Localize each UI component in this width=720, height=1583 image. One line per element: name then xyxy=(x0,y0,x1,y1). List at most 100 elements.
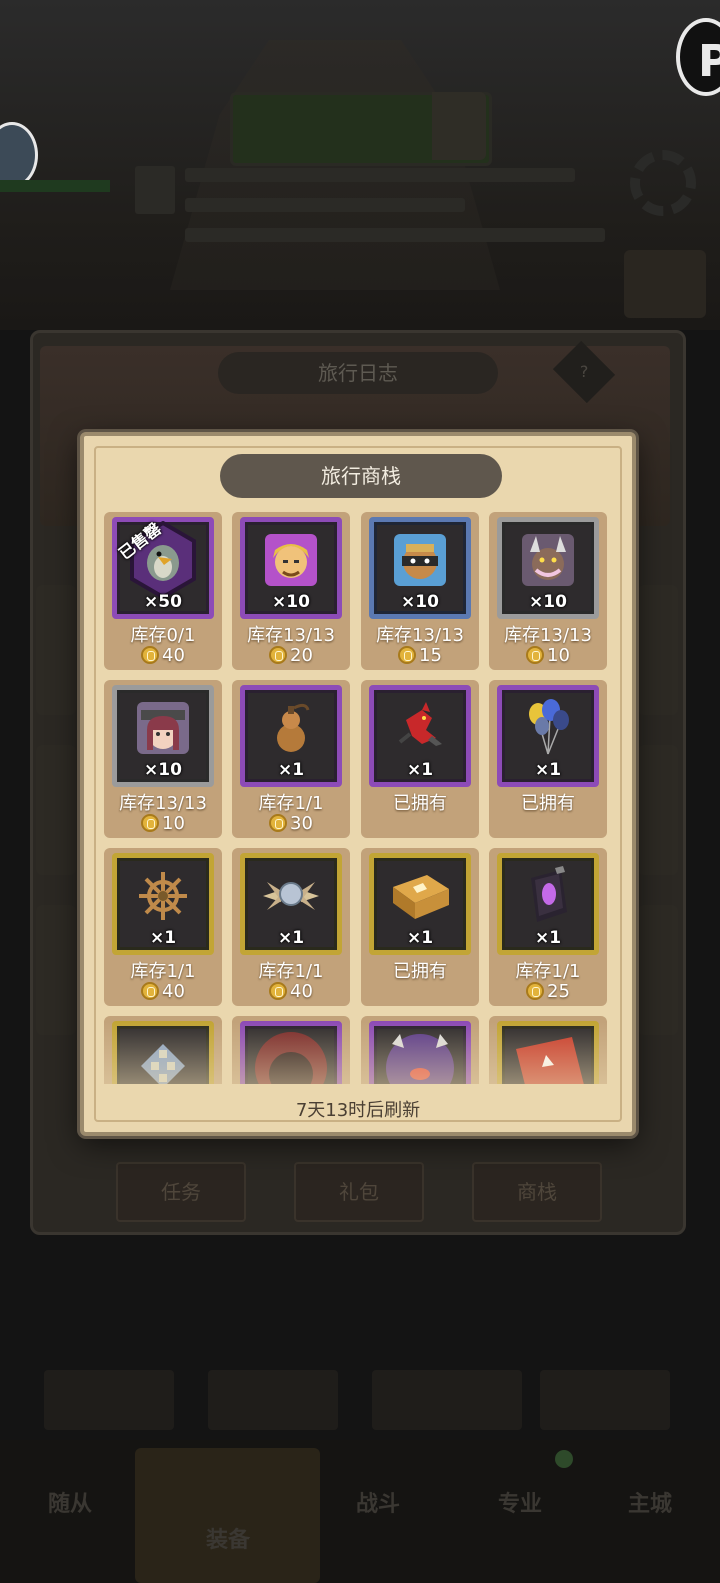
red-hood-portrait-icon xyxy=(251,1024,331,1084)
bg-status-bar xyxy=(0,180,110,192)
ship-wheel-icon xyxy=(135,868,191,928)
travel-shop-modal: 旅行商栈 ×50 已售罄 库存0/1 40 ×10 库存13/13 20 ×10 库存13/13… xyxy=(80,432,636,1136)
shop-item-grid[interactable]: ×50 已售罄 库存0/1 40 ×10 库存13/13 20 ×10 库存13/13 15 ×10… xyxy=(104,512,614,1084)
item-price: 30 xyxy=(232,813,350,834)
gold-coin-icon xyxy=(526,646,545,664)
bg-side-slot xyxy=(638,745,678,875)
shop-item-card[interactable]: ×10 库存13/13 15 xyxy=(361,512,479,670)
bg-side-slot xyxy=(36,905,76,1035)
bg-text-line xyxy=(185,198,465,212)
item-quantity: ×10 xyxy=(401,592,439,612)
item-price: 40 xyxy=(104,645,222,666)
item-price: 40 xyxy=(104,981,222,1002)
red-dragon-icon xyxy=(392,700,448,760)
item-stock: 库存13/13 xyxy=(376,625,464,646)
price-value: 10 xyxy=(162,813,185,834)
gold-coin-icon xyxy=(141,646,160,664)
item-frame xyxy=(240,1021,342,1084)
price-value: 15 xyxy=(419,645,442,666)
item-frame: ×1 xyxy=(369,853,471,955)
bg-bottom-button xyxy=(372,1370,522,1430)
modal-title: 旅行商栈 xyxy=(220,454,502,498)
tab-tasks: 任务 xyxy=(116,1162,246,1222)
item-stock: 已拥有 xyxy=(521,793,575,814)
item-stock: 库存13/13 xyxy=(247,625,335,646)
price-value: 30 xyxy=(290,813,313,834)
item-frame xyxy=(112,1021,214,1084)
shop-item-card[interactable] xyxy=(489,1016,607,1084)
item-frame: ×10 xyxy=(369,517,471,619)
shop-item-card[interactable] xyxy=(232,1016,350,1084)
nav-equip-highlight xyxy=(135,1448,320,1583)
gold-coin-icon xyxy=(141,814,160,832)
item-stock: 库存1/1 xyxy=(258,793,324,814)
bg-bottom-button xyxy=(44,1370,174,1430)
shop-item-card[interactable]: ×1 已拥有 xyxy=(361,848,479,1006)
item-frame xyxy=(369,1021,471,1084)
price-value: 25 xyxy=(547,981,570,1002)
item-quantity: ×1 xyxy=(534,928,562,948)
bg-text-line xyxy=(185,168,575,182)
item-frame: ×1 xyxy=(497,685,599,787)
refresh-timer: 7天13时后刷新 xyxy=(295,1100,421,1121)
gear-icon xyxy=(630,150,696,216)
price-value: 10 xyxy=(547,645,570,666)
bg-bottom-button xyxy=(540,1370,670,1430)
item-frame: ×10 xyxy=(240,517,342,619)
price-value: 40 xyxy=(162,981,185,1002)
item-quantity: ×50 xyxy=(144,592,182,612)
item-quantity: ×1 xyxy=(277,760,305,780)
shop-item-card[interactable]: ×1 已拥有 xyxy=(361,680,479,838)
shop-item-card[interactable] xyxy=(104,1016,222,1084)
swap-arrow-icon xyxy=(432,92,486,160)
shop-item-card[interactable]: ×10 库存13/13 10 xyxy=(104,680,222,838)
item-quantity: ×10 xyxy=(529,592,567,612)
item-frame: ×50 已售罄 xyxy=(112,517,214,619)
gold-coin-icon xyxy=(398,646,417,664)
shop-item-card[interactable]: ×1 库存1/1 25 xyxy=(489,848,607,1006)
item-quantity: ×1 xyxy=(534,760,562,780)
item-stock: 库存1/1 xyxy=(258,961,324,982)
gold-coin-icon xyxy=(141,982,160,1000)
bg-side-slot xyxy=(638,585,678,715)
bg-text-line xyxy=(185,228,605,242)
item-stock: 库存13/13 xyxy=(504,625,592,646)
spiked-orb-icon xyxy=(259,872,323,924)
journal-title: 旅行日志 xyxy=(218,352,498,394)
item-frame: ×10 xyxy=(112,685,214,787)
treasure-book-icon xyxy=(387,869,453,927)
shop-item-card[interactable]: ×1 库存1/1 40 xyxy=(104,848,222,1006)
shop-item-card[interactable]: ×50 已售罄 库存0/1 40 xyxy=(104,512,222,670)
balloons-icon xyxy=(520,698,576,762)
tab-shop: 商栈 xyxy=(472,1162,602,1222)
checkered-bag-icon xyxy=(135,1036,191,1084)
item-quantity: ×1 xyxy=(277,928,305,948)
scroll-icon xyxy=(624,250,706,318)
gold-coin-icon xyxy=(269,982,288,1000)
item-price: 10 xyxy=(489,645,607,666)
item-quantity: ×10 xyxy=(272,592,310,612)
shop-item-card[interactable]: ×1 已拥有 xyxy=(489,680,607,838)
purple-tome-icon xyxy=(521,866,575,930)
item-quantity: ×1 xyxy=(406,928,434,948)
price-value: 40 xyxy=(162,645,185,666)
shop-item-card[interactable]: ×10 库存13/13 20 xyxy=(232,512,350,670)
item-stock: 库存1/1 xyxy=(515,961,581,982)
shop-item-card[interactable]: ×1 库存1/1 40 xyxy=(232,848,350,1006)
item-price: 15 xyxy=(361,645,479,666)
shop-item-card[interactable]: ×10 库存13/13 10 xyxy=(489,512,607,670)
item-frame: ×1 xyxy=(369,685,471,787)
item-frame: ×1 xyxy=(240,685,342,787)
shop-item-card[interactable]: ×1 库存1/1 30 xyxy=(232,680,350,838)
red-spellbook-icon xyxy=(508,1029,588,1084)
item-frame: ×1 xyxy=(240,853,342,955)
item-frame xyxy=(497,1021,599,1084)
nav-followers: 随从 xyxy=(47,1492,92,1517)
bg-side-slot xyxy=(638,905,678,1035)
item-price: 25 xyxy=(489,981,607,1002)
shop-item-card[interactable] xyxy=(361,1016,479,1084)
nav-main-city: 主城 xyxy=(627,1492,672,1517)
item-stock: 已拥有 xyxy=(393,961,447,982)
item-price: 10 xyxy=(104,813,222,834)
masked-ninja-portrait-icon xyxy=(392,532,448,592)
